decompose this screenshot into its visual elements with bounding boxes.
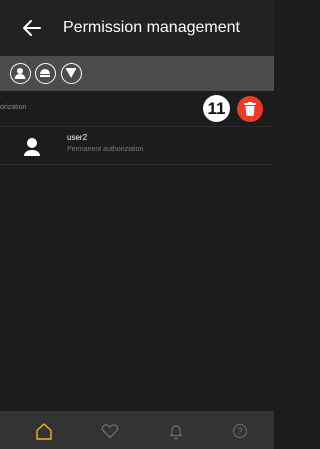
filter-face-button[interactable]: [35, 63, 56, 84]
bell-icon: [169, 425, 183, 440]
page-title: Permission management: [63, 19, 240, 36]
divider: [0, 164, 274, 165]
nav-favorites[interactable]: [100, 421, 120, 441]
home-icon: [36, 423, 52, 440]
help-icon: ?: [233, 424, 247, 438]
count-badge: 11: [203, 95, 230, 122]
bottom-nav: ?: [0, 411, 274, 449]
user-avatar-icon: [22, 137, 42, 157]
trash-icon: [244, 102, 256, 116]
filter-bar: [0, 56, 274, 91]
face-icon: [40, 69, 50, 77]
shield-icon: [66, 68, 76, 78]
authorization-section-header: orization: [0, 93, 274, 125]
nav-home[interactable]: [34, 421, 54, 441]
user-authorization-type: Permanent authorization: [67, 146, 144, 153]
nav-notifications[interactable]: [166, 421, 186, 441]
delete-button[interactable]: [237, 96, 263, 122]
section-label: orization: [0, 104, 27, 111]
list-item-user[interactable]: user2 Permanent authorization: [0, 127, 274, 163]
person-icon: [14, 68, 26, 79]
user-name: user2: [67, 133, 88, 142]
back-arrow-icon[interactable]: [20, 16, 44, 40]
filter-shield-button[interactable]: [61, 63, 82, 84]
app-header: Permission management: [0, 0, 274, 56]
nav-help[interactable]: ?: [230, 421, 250, 441]
filter-person-button[interactable]: [10, 63, 31, 84]
heart-icon: [101, 424, 119, 439]
